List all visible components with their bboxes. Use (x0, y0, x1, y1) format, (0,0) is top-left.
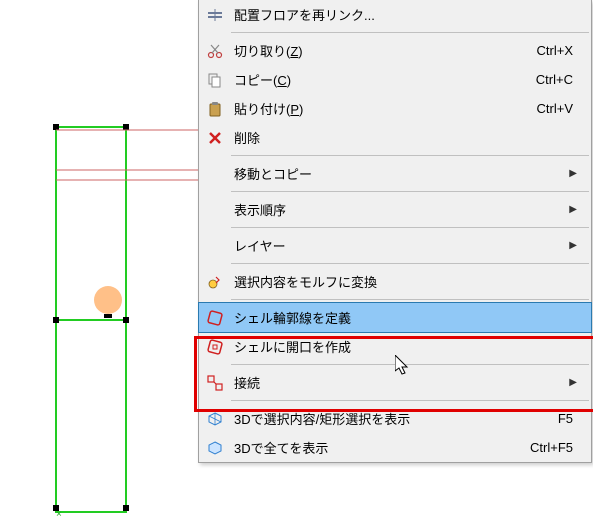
handle[interactable] (123, 317, 129, 323)
menu-label: 貼り付け(P) (226, 99, 537, 118)
connect-icon (204, 372, 226, 394)
paste-icon (204, 98, 226, 120)
menu-label: 削除 (226, 128, 583, 147)
separator (231, 299, 589, 300)
copy-icon (204, 69, 226, 91)
separator (231, 400, 589, 401)
origin-mark: × (56, 509, 62, 518)
mouse-cursor-icon (395, 355, 415, 379)
submenu-arrow-icon: ▶ (569, 377, 583, 388)
handle[interactable] (123, 505, 129, 511)
shell-opening-icon (204, 336, 226, 358)
context-menu: 配置フロアを再リンク... 切り取り(Z) Ctrl+X コピー(C) Ctrl… (198, 0, 592, 463)
shortcut: F5 (558, 411, 583, 426)
menu-label: 3Dで選択内容/矩形選択を表示 (226, 409, 558, 428)
hotspot[interactable] (94, 286, 122, 314)
menu-item-paste[interactable]: 貼り付け(P) Ctrl+V (199, 94, 591, 123)
separator (231, 227, 589, 228)
menu-label: シェルに開口を作成 (226, 337, 583, 356)
menu-item-display-order[interactable]: 表示順序 ▶ (199, 195, 591, 224)
shortcut: Ctrl+V (537, 101, 583, 116)
separator (231, 155, 589, 156)
handle[interactable] (53, 317, 59, 323)
submenu-arrow-icon: ▶ (569, 240, 583, 251)
shell-contour-icon (204, 307, 226, 329)
canvas-area[interactable]: × (0, 0, 200, 518)
menu-item-relink-floor[interactable]: 配置フロアを再リンク... (199, 0, 591, 29)
menu-label: 選択内容をモルフに変換 (226, 272, 583, 291)
menu-item-delete[interactable]: 削除 (199, 123, 591, 152)
separator (231, 263, 589, 264)
shortcut: Ctrl+C (536, 72, 583, 87)
show-3d-icon (204, 408, 226, 430)
cut-icon (204, 40, 226, 62)
menu-label: 表示順序 (226, 200, 569, 219)
show-3d-all-icon (204, 437, 226, 459)
submenu-arrow-icon: ▶ (569, 204, 583, 215)
handle[interactable] (53, 124, 59, 130)
blank-icon (204, 163, 226, 185)
menu-label: 配置フロアを再リンク... (226, 5, 583, 24)
menu-item-move-copy[interactable]: 移動とコピー ▶ (199, 159, 591, 188)
menu-label: 切り取り(Z) (226, 41, 537, 60)
shortcut: Ctrl+F5 (530, 440, 583, 455)
menu-item-convert-morph[interactable]: 選択内容をモルフに変換 (199, 267, 591, 296)
blank-icon (204, 235, 226, 257)
delete-icon (204, 127, 226, 149)
shortcut: Ctrl+X (537, 43, 583, 58)
menu-label: 移動とコピー (226, 164, 569, 183)
menu-label: コピー(C) (226, 70, 536, 89)
marker (104, 314, 112, 318)
submenu-arrow-icon: ▶ (569, 168, 583, 179)
blank-icon (204, 199, 226, 221)
morph-icon (204, 271, 226, 293)
menu-item-show-3d-selection[interactable]: 3Dで選択内容/矩形選択を表示 F5 (199, 404, 591, 433)
separator (231, 32, 589, 33)
menu-label: レイヤー (226, 236, 569, 255)
menu-item-layer[interactable]: レイヤー ▶ (199, 231, 591, 260)
menu-label: 3Dで全てを表示 (226, 438, 530, 457)
relink-floor-icon (204, 4, 226, 26)
menu-item-define-shell-contour[interactable]: シェル輪郭線を定義 (198, 302, 592, 333)
menu-item-cut[interactable]: 切り取り(Z) Ctrl+X (199, 36, 591, 65)
handle[interactable] (123, 124, 129, 130)
menu-item-copy[interactable]: コピー(C) Ctrl+C (199, 65, 591, 94)
menu-item-show-all-3d[interactable]: 3Dで全てを表示 Ctrl+F5 (199, 433, 591, 462)
menu-label: シェル輪郭線を定義 (226, 308, 583, 327)
separator (231, 191, 589, 192)
